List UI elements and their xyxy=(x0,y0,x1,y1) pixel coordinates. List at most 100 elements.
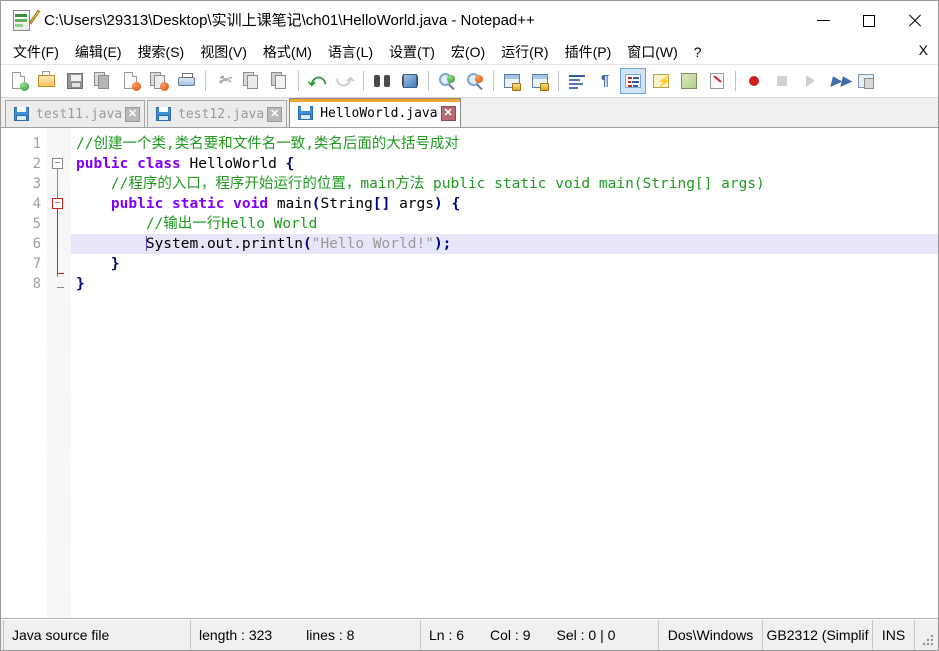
menu-edit[interactable]: 编辑(E) xyxy=(68,41,129,63)
menu-view[interactable]: 视图(V) xyxy=(193,41,254,63)
close-button[interactable] xyxy=(892,1,938,40)
tab-test12-java[interactable]: test12.java ✕ xyxy=(147,100,288,127)
fold-toggle-icon[interactable]: − xyxy=(52,198,63,209)
pilcrow-icon: ¶ xyxy=(600,72,610,89)
code-line[interactable]: } xyxy=(71,274,938,294)
show-all-characters-button[interactable] xyxy=(620,68,646,94)
fold-margin[interactable]: − − xyxy=(47,128,71,618)
tab-close-icon[interactable]: ✕ xyxy=(440,105,456,121)
menu-macro[interactable]: 宏(O) xyxy=(444,41,492,63)
status-bar: Java source file length : 323 lines : 8 … xyxy=(1,619,938,650)
menu-help[interactable]: ? xyxy=(687,41,709,63)
code-line[interactable]: public class HelloWorld { xyxy=(71,154,938,174)
menu-file[interactable]: 文件(F) xyxy=(6,41,66,63)
zoom-in-button[interactable] xyxy=(434,68,460,94)
save-button[interactable] xyxy=(62,68,88,94)
menu-run[interactable]: 运行(R) xyxy=(494,41,555,63)
show-all-characters-icon xyxy=(623,71,643,91)
code-token: args xyxy=(390,196,434,212)
status-col: Col : 9 xyxy=(490,627,531,643)
play-macro-icon xyxy=(800,71,820,91)
run-button[interactable] xyxy=(853,68,879,94)
tab-label: test12.java xyxy=(178,106,265,122)
word-wrap-icon xyxy=(567,71,587,91)
paste-button[interactable] xyxy=(267,68,293,94)
close-all-files-button[interactable] xyxy=(146,68,172,94)
redo-button[interactable]: ⤻ xyxy=(332,68,358,94)
active-tab-accent xyxy=(290,99,460,102)
code-line[interactable]: //创建一个类,类名要和文件名一致,类名后面的大括号成对 xyxy=(71,134,938,154)
new-file-button[interactable] xyxy=(6,68,32,94)
window-title: C:\Users\29313\Desktop\实训上课笔记\ch01\Hello… xyxy=(44,13,535,28)
code-line[interactable]: System.out.println("Hello World!"); xyxy=(71,234,938,254)
start-recording-button[interactable] xyxy=(741,68,767,94)
fold-toggle-icon[interactable]: − xyxy=(52,158,63,169)
status-document-type: Java source file xyxy=(3,620,191,650)
document-map-button[interactable] xyxy=(676,68,702,94)
code-line[interactable]: //输出一行Hello World xyxy=(71,214,938,234)
code-line[interactable]: } xyxy=(71,254,938,274)
show-indent-guide-icon: ⚡ xyxy=(651,71,671,91)
fold-end-tick xyxy=(57,287,64,288)
word-wrap-button[interactable] xyxy=(564,68,590,94)
undo-button[interactable]: ⤺ xyxy=(304,68,330,94)
code-token: { xyxy=(285,156,295,172)
minimize-button[interactable] xyxy=(800,1,846,40)
tab-bar: test11.java ✕ test12.java ✕ HelloWorld.j… xyxy=(1,98,938,128)
zoom-out-button[interactable] xyxy=(462,68,488,94)
sync-vertical-scroll-button[interactable] xyxy=(499,68,525,94)
tab-close-icon[interactable]: ✕ xyxy=(267,106,283,122)
close-all-files-icon xyxy=(149,71,169,91)
toolbar: ✄ ⤺ ⤻ ¶ ⚡ ▶▶ xyxy=(1,65,938,98)
maximize-button[interactable] xyxy=(846,1,892,40)
code-token: public xyxy=(76,156,129,172)
save-blue-icon xyxy=(298,106,314,120)
print-icon xyxy=(177,71,197,91)
undo-icon: ⤺ xyxy=(307,71,327,90)
save-all-button[interactable] xyxy=(90,68,116,94)
menu-search[interactable]: 搜索(S) xyxy=(131,41,192,63)
editor-area[interactable]: 12345678 − − //创建一个类,类名要和文件名一致,类名后面的大括号成对… xyxy=(1,128,938,619)
menu-window[interactable]: 窗口(W) xyxy=(620,41,685,63)
code-token: //程序的入口，程序开始运行的位置，main方法 public static v… xyxy=(76,176,765,192)
play-macro-button[interactable] xyxy=(797,68,823,94)
status-eol-format[interactable]: Dos\Windows xyxy=(659,620,763,650)
tab-label: test11.java xyxy=(36,106,123,122)
line-number: 6 xyxy=(32,236,41,252)
code-line[interactable]: public static void main(String[] args) { xyxy=(71,194,938,214)
status-encoding[interactable]: GB2312 (Simplif xyxy=(763,620,873,650)
code-line[interactable]: //程序的入口，程序开始运行的位置，main方法 public static v… xyxy=(71,174,938,194)
resize-grip[interactable] xyxy=(915,620,938,650)
menu-settings[interactable]: 设置(T) xyxy=(382,41,442,63)
copy-button[interactable] xyxy=(239,68,265,94)
code-token: } xyxy=(76,276,85,292)
run-macro-multiple-button[interactable]: ▶▶ xyxy=(825,68,851,94)
function-list-button[interactable] xyxy=(704,68,730,94)
menu-format[interactable]: 格式(M) xyxy=(256,41,319,63)
menu-plugins[interactable]: 插件(P) xyxy=(558,41,619,63)
find-button[interactable] xyxy=(369,68,395,94)
fold-line xyxy=(57,209,58,273)
sync-vertical-scroll-icon xyxy=(502,71,522,91)
code-content[interactable]: //创建一个类,类名要和文件名一致,类名后面的大括号成对 public class… xyxy=(71,128,938,618)
stop-recording-button[interactable] xyxy=(769,68,795,94)
menu-language[interactable]: 语言(L) xyxy=(321,41,380,63)
cut-button[interactable]: ✄ xyxy=(211,68,237,94)
code-token: class xyxy=(137,156,181,172)
close-document-button[interactable]: X xyxy=(919,42,928,58)
line-number: 3 xyxy=(32,176,41,192)
status-insert-mode[interactable]: INS xyxy=(873,620,915,650)
tab-test11-java[interactable]: test11.java ✕ xyxy=(5,100,146,127)
close-file-button[interactable] xyxy=(118,68,144,94)
show-pilcrow-button[interactable]: ¶ xyxy=(592,68,618,94)
tab-helloworld-java[interactable]: HelloWorld.java ✕ xyxy=(289,98,461,127)
cut-icon: ✄ xyxy=(218,72,231,89)
tab-close-icon[interactable]: ✕ xyxy=(125,106,141,122)
sync-horizontal-scroll-button[interactable] xyxy=(527,68,553,94)
replace-button[interactable] xyxy=(397,68,423,94)
show-indent-guide-button[interactable]: ⚡ xyxy=(648,68,674,94)
toolbar-separator xyxy=(428,71,429,91)
open-file-button[interactable] xyxy=(34,68,60,94)
print-button[interactable] xyxy=(174,68,200,94)
